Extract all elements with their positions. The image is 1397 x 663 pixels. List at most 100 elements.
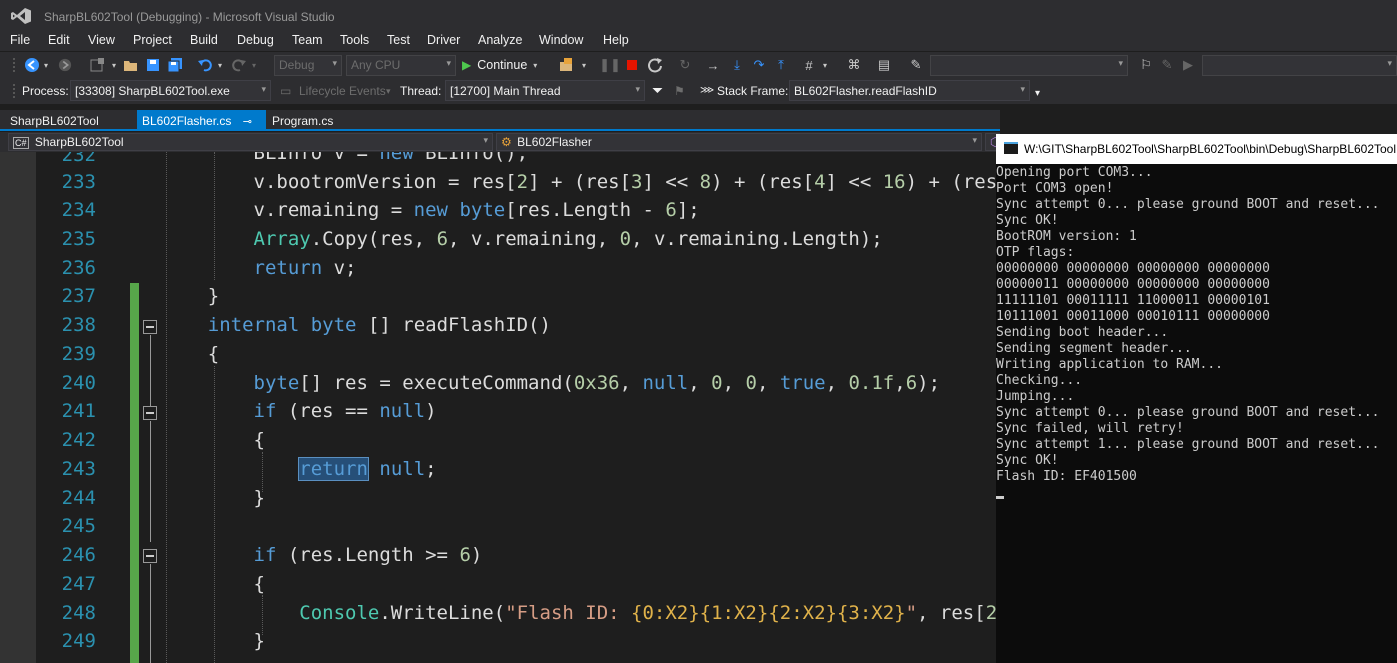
debug-target-icon[interactable] — [556, 56, 578, 74]
step-over-icon[interactable]: ↷ — [750, 56, 768, 74]
menu-driver[interactable]: Driver — [427, 33, 460, 47]
title-bar: SharpBL602Tool (Debugging) - Microsoft V… — [0, 0, 1397, 32]
collapse-icon[interactable] — [143, 549, 157, 563]
menu-test[interactable]: Test — [387, 33, 410, 47]
collapse-icon[interactable] — [143, 406, 157, 420]
code-editor[interactable]: 232 233 234 235 236 237 238 239 240 241 … — [0, 152, 1000, 663]
navigation-bar: C# SharpBL602Tool ▾ ⚙ BL602Flasher ▾ ⬡ — [0, 132, 1000, 152]
console-line: Sync attempt 0... please ground BOOT and… — [996, 405, 1380, 420]
flag-threads-icon[interactable]: ⚑ — [674, 84, 685, 98]
continue-button[interactable]: ▶ Continue ▾ — [462, 56, 548, 74]
play-icon: ▶ — [462, 58, 472, 72]
line-number: 240 — [61, 372, 96, 394]
toolbar-overflow-icon[interactable]: ▾ — [1035, 88, 1040, 99]
code-line: } — [162, 285, 220, 307]
console-line: 10111001 00011000 00010111 00000000 — [996, 309, 1270, 324]
show-next-statement-icon[interactable]: → — [704, 56, 722, 74]
hot-reload-icon[interactable]: ↻ — [676, 56, 694, 74]
extra-combo[interactable]: ▾ — [1202, 55, 1397, 76]
tab-sharpbl602tool[interactable]: SharpBL602Tool — [0, 110, 130, 131]
redo-icon[interactable] — [230, 56, 248, 74]
tab-bl602flasher[interactable]: BL602Flasher.cs ⊸ × — [137, 110, 266, 143]
lifecycle-icon: ▭ — [280, 84, 292, 98]
menu-project[interactable]: Project — [133, 33, 172, 47]
code-line: r — [162, 657, 265, 663]
console-line: Sending segment header... — [996, 341, 1192, 356]
solution-platform-select[interactable]: Any CPU ▾ — [346, 55, 456, 76]
console-line: 11111101 00011111 11000011 00000101 — [996, 293, 1270, 308]
filter-icon[interactable]: ⏷ — [652, 82, 663, 99]
solution-platform-value: Any CPU — [351, 58, 401, 72]
menu-window[interactable]: Window — [539, 33, 583, 47]
chevron-down-icon: ▾ — [533, 60, 538, 70]
immediate-window-icon[interactable]: ▤ — [874, 56, 894, 74]
collapse-icon[interactable] — [143, 320, 157, 334]
menu-team[interactable]: Team — [292, 33, 323, 47]
chevron-down-icon: ▾ — [635, 84, 640, 94]
undo-icon[interactable] — [196, 56, 214, 74]
chevron-down-icon[interactable]: ▾ — [216, 56, 224, 74]
toolbar-grip[interactable] — [12, 83, 16, 99]
save-icon[interactable] — [144, 56, 162, 74]
chevron-down-icon[interactable]: ▾ — [580, 56, 588, 74]
solution-configuration-select[interactable]: Debug ▾ — [274, 55, 342, 76]
menu-bar: File Edit View Project Build Debug Team … — [0, 32, 1397, 51]
chevron-down-icon[interactable]: ▾ — [818, 56, 832, 74]
console-title-bar[interactable]: W:\GIT\SharpBL602Tool\SharpBL602Tool\bin… — [996, 134, 1397, 164]
navigate-forward-icon[interactable] — [56, 56, 74, 74]
code-line: BLInfo v = new BLInfo(); — [162, 152, 529, 164]
line-number: 235 — [61, 228, 96, 250]
toolbar-grip[interactable] — [12, 57, 16, 73]
chevron-down-icon[interactable]: ▾ — [386, 86, 391, 97]
console-window[interactable]: W:\GIT\SharpBL602Tool\SharpBL602Tool\bin… — [996, 134, 1397, 663]
start-without-debugging-icon[interactable]: ▶ — [1180, 56, 1196, 74]
line-number: 249 — [61, 630, 96, 652]
save-all-icon[interactable] — [166, 56, 184, 74]
chevron-down-icon[interactable]: ▾ — [42, 56, 50, 74]
step-into-icon[interactable]: ⤓ — [728, 56, 746, 74]
find-in-files-icon[interactable]: ⚐ — [1136, 56, 1156, 74]
class-dropdown[interactable]: ⚙ BL602Flasher ▾ — [496, 133, 982, 151]
find-combo[interactable]: ▾ — [930, 55, 1128, 76]
menu-help[interactable]: Help — [603, 33, 629, 47]
lifecycle-events-button[interactable]: Lifecycle Events — [299, 84, 386, 98]
open-file-icon[interactable] — [122, 56, 140, 74]
process-select[interactable]: [33308] SharpBL602Tool.exe ▾ — [70, 80, 271, 101]
tab-program[interactable]: Program.cs — [262, 110, 352, 131]
step-out-icon[interactable]: ⤒ — [772, 56, 790, 74]
thread-select[interactable]: [12700] Main Thread ▾ — [445, 80, 645, 101]
restart-icon[interactable] — [646, 56, 664, 74]
menu-edit[interactable]: Edit — [48, 33, 70, 47]
hex-display-icon[interactable]: # — [800, 56, 818, 74]
indicator-margin[interactable] — [0, 152, 36, 663]
console-app-icon — [1004, 142, 1018, 154]
line-number: 243 — [61, 458, 96, 480]
threads-icon[interactable]: ⌘ — [844, 56, 864, 74]
console-line: Jumping... — [996, 389, 1075, 404]
menu-file[interactable]: File — [10, 33, 30, 47]
navigate-back-icon[interactable] — [22, 56, 42, 74]
console-line: 00000000 00000000 00000000 00000000 — [996, 261, 1270, 276]
current-statement-highlight: return — [298, 457, 369, 481]
chevron-down-icon[interactable]: ▾ — [250, 56, 258, 74]
tab-label: Program.cs — [272, 114, 334, 128]
line-number: 247 — [61, 573, 96, 595]
brush-icon[interactable]: ✎ — [1158, 56, 1176, 74]
chevron-down-icon: ▾ — [483, 135, 488, 145]
diagnostic-tools-icon[interactable]: ✎ — [906, 56, 926, 74]
pin-icon[interactable]: ⊸ — [243, 116, 252, 128]
stack-frame-select[interactable]: BL602Flasher.readFlashID ▾ — [789, 80, 1030, 101]
pause-icon[interactable]: ❚❚ — [599, 56, 621, 74]
code-line: if (res.Length >= 6) — [253, 544, 483, 566]
menu-analyze[interactable]: Analyze — [478, 33, 522, 47]
menu-debug[interactable]: Debug — [237, 33, 274, 47]
new-project-icon[interactable] — [88, 56, 106, 74]
chevron-down-icon: ▾ — [332, 58, 337, 68]
menu-build[interactable]: Build — [190, 33, 218, 47]
menu-tools[interactable]: Tools — [340, 33, 369, 47]
project-dropdown[interactable]: C# SharpBL602Tool ▾ — [8, 133, 493, 151]
menu-view[interactable]: View — [88, 33, 115, 47]
chevron-down-icon[interactable]: ▾ — [110, 56, 118, 74]
process-label: Process: — [22, 84, 69, 98]
stop-icon[interactable] — [624, 56, 640, 74]
